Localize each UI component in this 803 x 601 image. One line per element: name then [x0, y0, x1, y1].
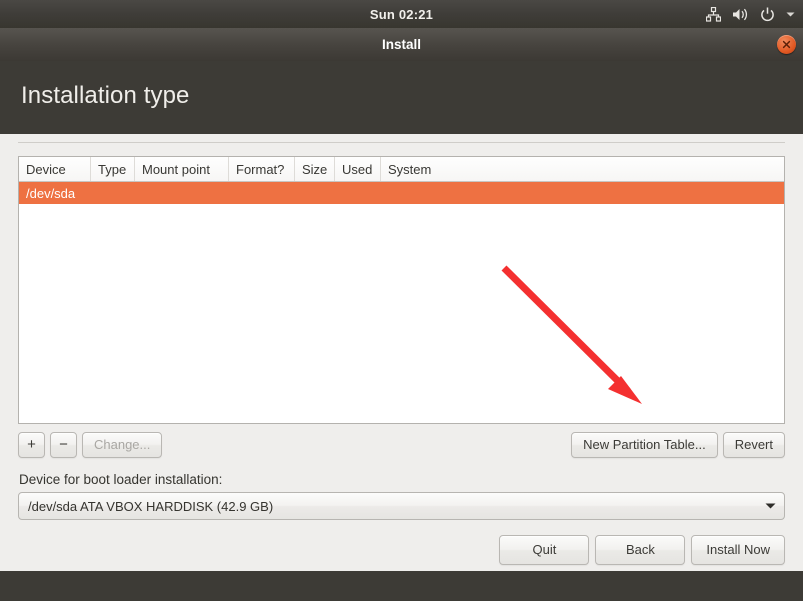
revert-button[interactable]: Revert — [722, 432, 785, 458]
installation-type-content: Device Type Mount point Format? Size Used Syst… — [0, 134, 803, 571]
page-title: Installation type — [21, 82, 190, 109]
column-header[interactable]: Size — [295, 157, 335, 181]
bootloader-selected-value: /dev/sda ATA VBOX HARDDISK (42.9 GB) — [28, 498, 274, 514]
wizard-action-buttons: Quit Back Install Now — [499, 535, 785, 565]
column-header[interactable]: Type — [91, 157, 135, 181]
new-partition-table-button[interactable]: New Partition Table... — [571, 432, 718, 458]
panel-indicator-group — [706, 0, 795, 28]
column-header[interactable]: Device — [19, 157, 91, 181]
page-heading-strip: Installation type — [0, 61, 803, 134]
column-header[interactable]: Format? — [229, 157, 295, 181]
change-partition-button[interactable]: Change... — [82, 432, 163, 458]
table-row[interactable]: /dev/sda — [19, 182, 784, 204]
bootloader-label: Device for boot loader installation: — [19, 472, 223, 487]
install-now-button[interactable]: Install Now — [691, 535, 785, 565]
remove-partition-button[interactable]: − — [50, 432, 77, 458]
system-panel: Sun 02:21 — [0, 0, 803, 28]
quit-button[interactable]: Quit — [499, 535, 590, 565]
close-icon[interactable] — [777, 35, 796, 54]
window-title: Install — [381, 37, 421, 52]
partition-toolbar-left: + − Change... — [18, 432, 163, 458]
partition-toolbar: + − Change... New Partition Table... Rev… — [18, 432, 785, 458]
partition-toolbar-right: New Partition Table... Revert — [571, 432, 785, 458]
partition-table: Device Type Mount point Format? Size Used Syst… — [18, 156, 785, 424]
column-header[interactable]: Mount point — [135, 157, 229, 181]
network-icon[interactable] — [706, 6, 721, 22]
bottom-bar — [0, 571, 803, 601]
chevron-down-icon — [756, 502, 784, 510]
content-divider — [18, 142, 785, 143]
panel-clock[interactable]: Sun 02:21 — [370, 7, 433, 22]
table-cell: /dev/sda — [26, 185, 76, 201]
column-header[interactable]: Used — [335, 157, 381, 181]
window-title-bar: Install — [0, 28, 803, 61]
add-partition-button[interactable]: + — [18, 432, 45, 458]
bootloader-device-select[interactable]: /dev/sda ATA VBOX HARDDISK (42.9 GB) — [18, 492, 785, 520]
partition-table-header: Device Type Mount point Format? Size Used Syst… — [19, 157, 784, 182]
back-button[interactable]: Back — [595, 535, 686, 565]
power-icon[interactable] — [760, 7, 775, 22]
volume-icon[interactable] — [732, 7, 749, 22]
chevron-down-icon[interactable] — [786, 11, 795, 18]
column-header[interactable]: System — [381, 157, 784, 181]
partition-table-body: /dev/sda — [19, 182, 784, 204]
